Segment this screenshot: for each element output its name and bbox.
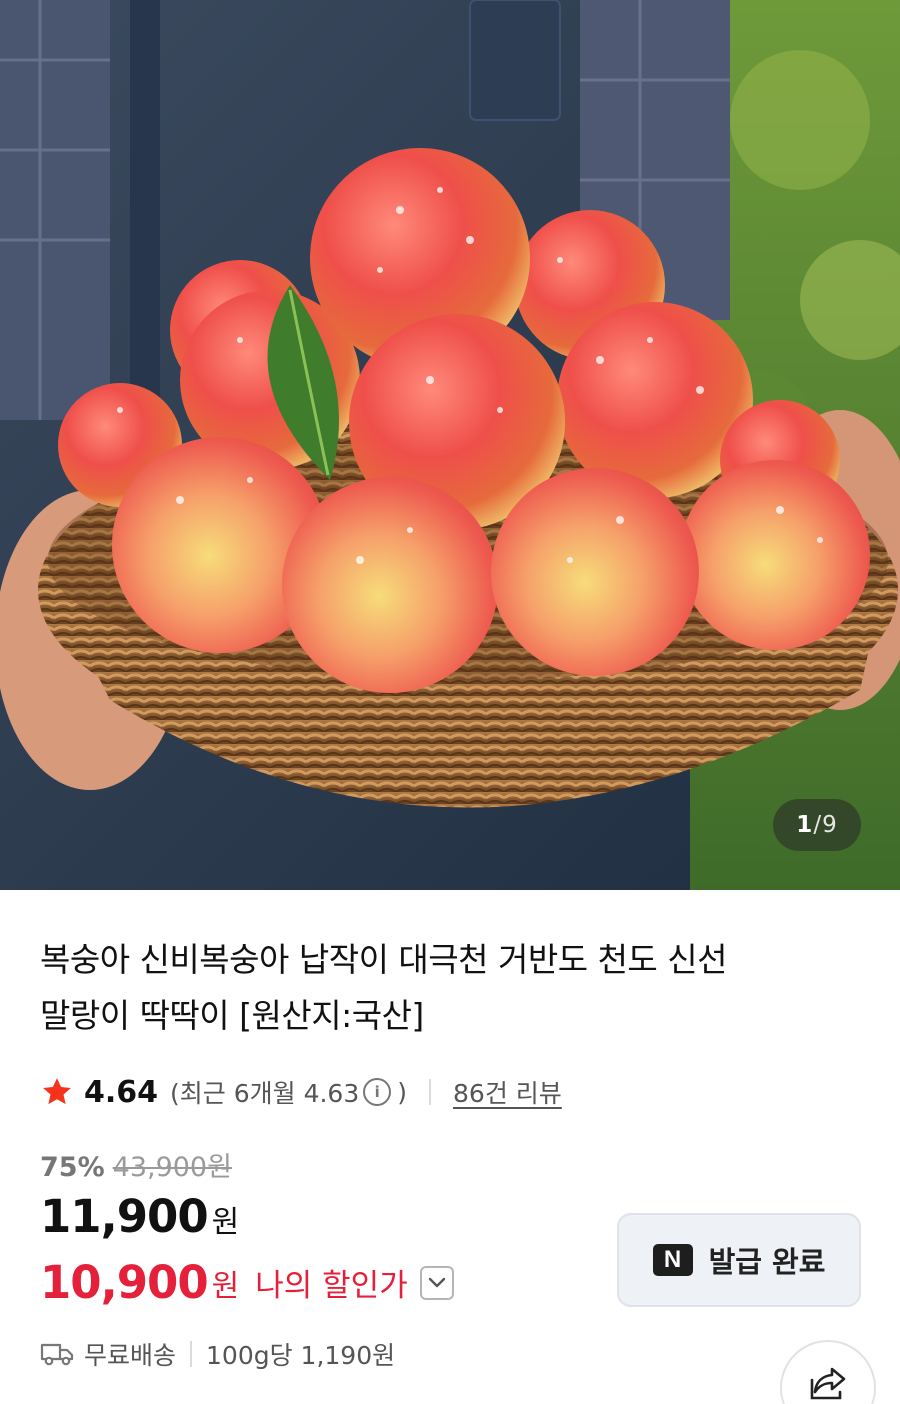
original-price: 43,900원 xyxy=(112,1152,232,1183)
image-counter-current: 1 xyxy=(796,812,814,838)
share-icon xyxy=(810,1367,846,1400)
shipping-row: 무료배송 100g당 1,190원 xyxy=(40,1336,395,1372)
unit-price: 100g당 1,190원 xyxy=(206,1341,396,1370)
my-discount-price[interactable]: 10,900 원 나의 할인가 xyxy=(40,1256,454,1309)
product-info: 복숭아 신비복숭아 납작이 대극천 거반도 천도 신선 말랑이 딱딱이 [원산지… xyxy=(0,890,900,1404)
free-shipping-label: 무료배송 xyxy=(84,1341,177,1370)
rating-score: 4.64 xyxy=(84,1074,159,1110)
naver-n-icon: N xyxy=(652,1244,693,1276)
sale-price: 11,900 원 xyxy=(40,1190,239,1243)
product-page: 1 / 9 복숭아 신비복숭아 납작이 대극천 거반도 천도 신선 말랑이 딱딱… xyxy=(0,0,900,1404)
sale-price-amount: 11,900 xyxy=(40,1190,209,1243)
my-price-amount: 10,900 xyxy=(40,1256,209,1309)
sale-price-unit: 원 xyxy=(211,1205,240,1240)
product-title: 복숭아 신비복숭아 납작이 대극천 거반도 천도 신선 말랑이 딱딱이 [원산지… xyxy=(40,932,840,1044)
discount-row: 75% 43,900원 xyxy=(40,1145,232,1184)
my-price-label: 나의 할인가 xyxy=(255,1268,408,1304)
image-counter: 1 / 9 xyxy=(773,799,861,851)
recent-rating-text: (최근 6개월 4.63 xyxy=(170,1079,360,1108)
info-icon[interactable]: i xyxy=(363,1078,392,1106)
chevron-down-icon[interactable] xyxy=(419,1265,454,1300)
discount-rate: 75% xyxy=(40,1152,105,1183)
recent-rating-close: ) xyxy=(397,1077,408,1107)
star-icon xyxy=(43,1078,71,1105)
rating-row: 4.64 (최근 6개월 4.63 i ) 86건 리뷰 xyxy=(40,1070,562,1114)
truck-icon xyxy=(40,1343,74,1366)
my-price-unit: 원 xyxy=(211,1268,240,1304)
coupon-issued-button[interactable]: N 발급 완료 xyxy=(617,1213,861,1307)
shipping-divider xyxy=(190,1341,193,1367)
review-count-link[interactable]: 86건 리뷰 xyxy=(453,1074,562,1110)
product-image[interactable]: 1 / 9 xyxy=(0,0,900,890)
image-counter-total: 9 xyxy=(822,812,838,838)
peach-basket-photo xyxy=(0,0,900,890)
coupon-label: 발급 완료 xyxy=(708,1245,826,1279)
rating-divider xyxy=(429,1079,432,1105)
product-title-line1: 복숭아 신비복숭아 납작이 대극천 거반도 천도 신선 xyxy=(40,940,728,979)
recent-rating: (최근 6개월 4.63 i ) xyxy=(170,1074,407,1110)
image-counter-separator: / xyxy=(813,812,823,838)
share-button[interactable] xyxy=(780,1340,876,1404)
product-title-line2: 말랑이 딱딱이 [원산지:국산] xyxy=(40,996,424,1035)
